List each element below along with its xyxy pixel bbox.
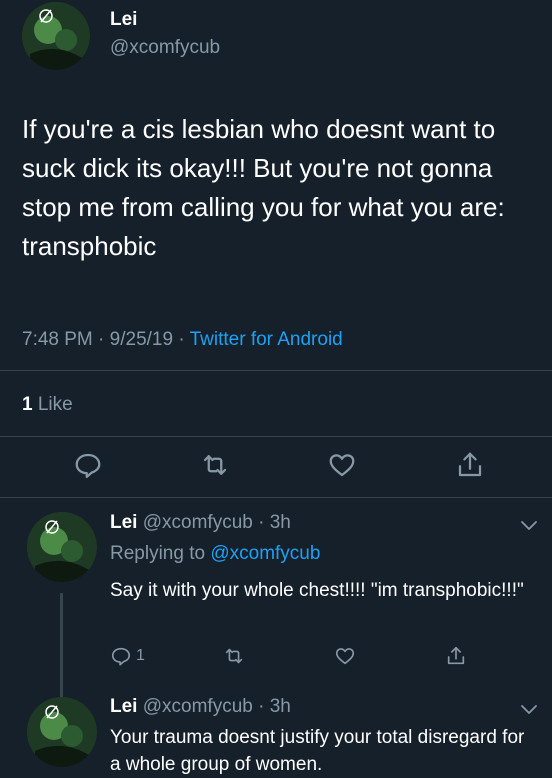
divider (0, 436, 552, 437)
reply-count: 1 (136, 647, 145, 664)
reply-author-handle[interactable]: @xcomfycub (143, 512, 253, 533)
share-button[interactable] (445, 645, 467, 667)
reply-button[interactable] (73, 450, 103, 480)
reply-header: Lei @xcomfycub · 3h (110, 696, 291, 718)
meta-separator: · (98, 329, 110, 350)
reply-author-name[interactable]: Lei (110, 512, 137, 533)
reply-author-handle[interactable]: @xcomfycub (143, 696, 253, 717)
tweet-date: 9/25/19 (109, 329, 174, 350)
meta-separator: · (258, 512, 270, 533)
retweet-button[interactable] (200, 450, 230, 480)
like-count-label: Like (37, 394, 73, 415)
heart-icon (335, 648, 355, 665)
meta-separator: · (178, 329, 190, 350)
chevron-down-icon (521, 705, 537, 714)
retweet-button[interactable] (223, 645, 245, 667)
reply-text: Say it with your whole chest!!!! "im tra… (110, 580, 524, 601)
tweet-source-link[interactable]: Twitter for Android (190, 329, 343, 350)
tweet-meta: 7:48 PM · 9/25/19 · Twitter for Android (22, 329, 343, 351)
chevron-down-icon (521, 521, 537, 530)
more-menu-button[interactable] (520, 519, 538, 531)
like-count-number: 1 (22, 394, 33, 415)
more-menu-button[interactable] (520, 703, 538, 715)
like-button[interactable] (334, 645, 356, 667)
retweet-icon (225, 648, 243, 664)
author-name[interactable]: Lei (110, 9, 137, 31)
avatar-image (27, 697, 97, 767)
reply-header: Lei @xcomfycub · 3h (110, 512, 291, 534)
reply-icon (75, 453, 101, 478)
replying-to-label: Replying to (110, 543, 206, 564)
share-button[interactable] (455, 450, 485, 480)
reply-avatar[interactable] (27, 697, 97, 767)
divider (0, 370, 552, 371)
avatar[interactable] (22, 2, 90, 70)
reply-text: Your trauma doesnt justify your total di… (110, 727, 525, 775)
heart-icon (329, 454, 355, 477)
divider (0, 497, 552, 498)
avatar-image (27, 512, 97, 582)
reply-author-name[interactable]: Lei (110, 696, 137, 717)
reply-avatar[interactable] (27, 512, 97, 582)
share-icon (458, 452, 482, 477)
tweet-time: 7:48 PM (22, 329, 93, 350)
likes-count[interactable]: 1 Like (22, 394, 73, 416)
replying-to: Replying to @xcomfycub (110, 543, 320, 565)
thread-connector (60, 593, 63, 698)
author-handle[interactable]: @xcomfycub (110, 37, 220, 59)
share-icon (447, 646, 465, 665)
reply-icon (111, 647, 131, 666)
tweet-text: If you're a cis lesbian who doesnt want … (22, 114, 505, 261)
replying-to-handle[interactable]: @xcomfycub (210, 543, 320, 564)
reply-button[interactable]: 1 (110, 645, 145, 667)
like-button[interactable] (327, 450, 357, 480)
reply-age: 3h (269, 512, 291, 533)
meta-separator: · (258, 696, 270, 717)
reply-age: 3h (269, 696, 291, 717)
avatar-image (22, 2, 90, 70)
retweet-icon (203, 455, 227, 475)
